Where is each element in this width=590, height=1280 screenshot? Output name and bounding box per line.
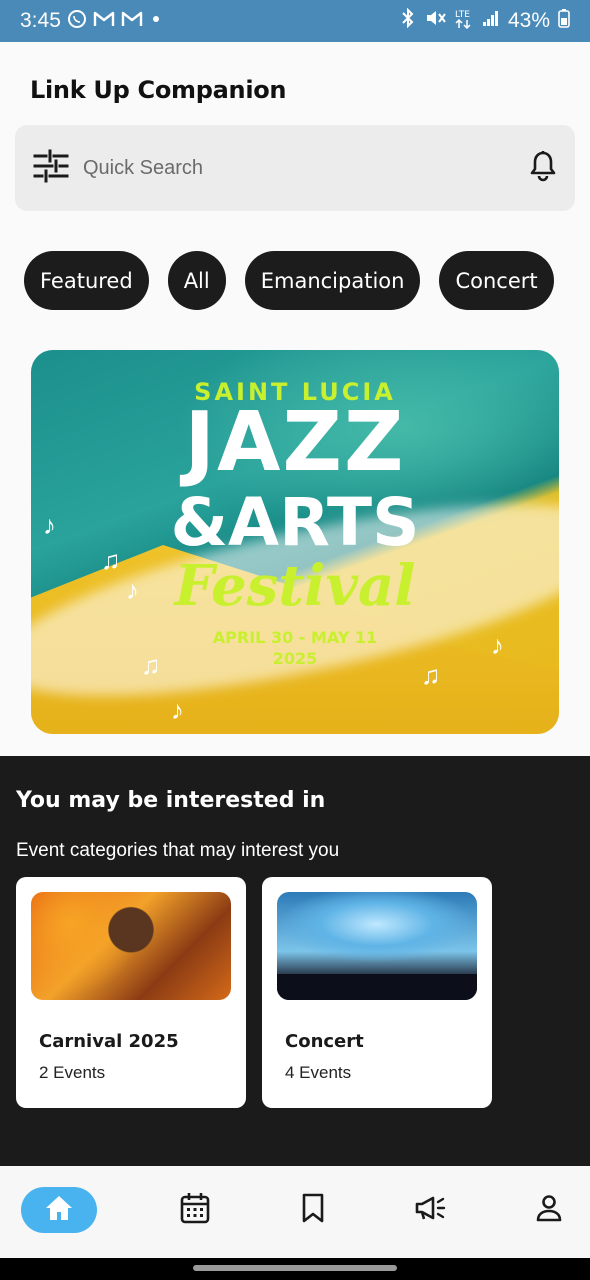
concert-image — [277, 892, 477, 1000]
card-count: 2 Events — [39, 1063, 106, 1082]
carnival-image — [31, 892, 231, 1000]
gmail-icon — [93, 10, 115, 33]
lte-icon: LTE — [454, 7, 474, 35]
banner-line3: &ARTS — [170, 484, 420, 561]
search-input[interactable] — [83, 156, 529, 180]
chip-featured[interactable]: Featured — [24, 251, 149, 310]
svg-text:LTE: LTE — [455, 10, 470, 20]
category-cards: Carnival 2025 2 Events Concert 4 Events — [16, 877, 492, 1108]
banner-dates: APRIL 30 - MAY 11 2025 — [31, 628, 559, 670]
nav-home[interactable] — [21, 1187, 97, 1233]
search-bar[interactable] — [15, 125, 575, 211]
card-count: 4 Events — [285, 1063, 352, 1082]
section-title: You may be interested in — [16, 788, 326, 813]
bluetooth-icon — [400, 7, 416, 34]
nav-announcements[interactable] — [393, 1187, 469, 1233]
signal-icon — [482, 9, 500, 33]
status-bar: 3:45 LTE 43% — [0, 0, 590, 42]
category-card-concert[interactable]: Concert 4 Events — [262, 877, 492, 1108]
nav-bookmarks[interactable] — [275, 1187, 351, 1233]
card-title: Concert — [285, 1031, 364, 1052]
battery-icon — [558, 8, 570, 34]
featured-event-banner[interactable]: ♪ ♫ ♪ ♫ ♪ ♫ ♪ SAINT LUCIA JAZZ &ARTS Fes… — [31, 350, 559, 734]
card-title: Carnival 2025 — [39, 1031, 179, 1052]
chip-all[interactable]: All — [167, 251, 226, 310]
chip-concert[interactable]: Concert — [439, 251, 554, 310]
gesture-bar — [0, 1258, 590, 1280]
status-time: 3:45 — [20, 9, 61, 32]
banner-date-range: APRIL 30 - MAY 11 — [212, 628, 378, 647]
whatsapp-icon — [67, 9, 87, 34]
nav-calendar[interactable] — [157, 1187, 233, 1233]
battery-level: 43% — [507, 9, 550, 32]
bookmark-icon — [300, 1193, 326, 1228]
profile-icon — [535, 1194, 563, 1227]
nav-profile[interactable] — [511, 1187, 587, 1233]
mute-icon — [424, 8, 446, 34]
page-title: Link Up Companion — [30, 76, 287, 104]
interest-section: You may be interested in Event categorie… — [0, 756, 590, 1166]
banner-year: 2025 — [272, 648, 318, 668]
megaphone-icon — [414, 1194, 448, 1227]
music-note-icon: ♪ — [171, 695, 184, 725]
filter-icon[interactable] — [33, 148, 69, 189]
category-card-carnival[interactable]: Carnival 2025 2 Events — [16, 877, 246, 1108]
chip-emancipation[interactable]: Emancipation — [244, 251, 421, 310]
category-chips: Featured All Emancipation Concert — [24, 251, 554, 310]
banner-line2: JAZZ — [184, 395, 406, 490]
bell-icon[interactable] — [529, 150, 557, 187]
home-gesture-handle[interactable] — [193, 1265, 397, 1271]
calendar-icon — [180, 1192, 210, 1229]
bottom-nav — [0, 1166, 590, 1258]
home-icon — [44, 1194, 74, 1227]
banner-line4: Festival — [174, 553, 416, 619]
dot-icon — [149, 11, 163, 31]
section-subtitle: Event categories that may interest you — [16, 840, 340, 861]
gmail-icon — [121, 10, 143, 33]
